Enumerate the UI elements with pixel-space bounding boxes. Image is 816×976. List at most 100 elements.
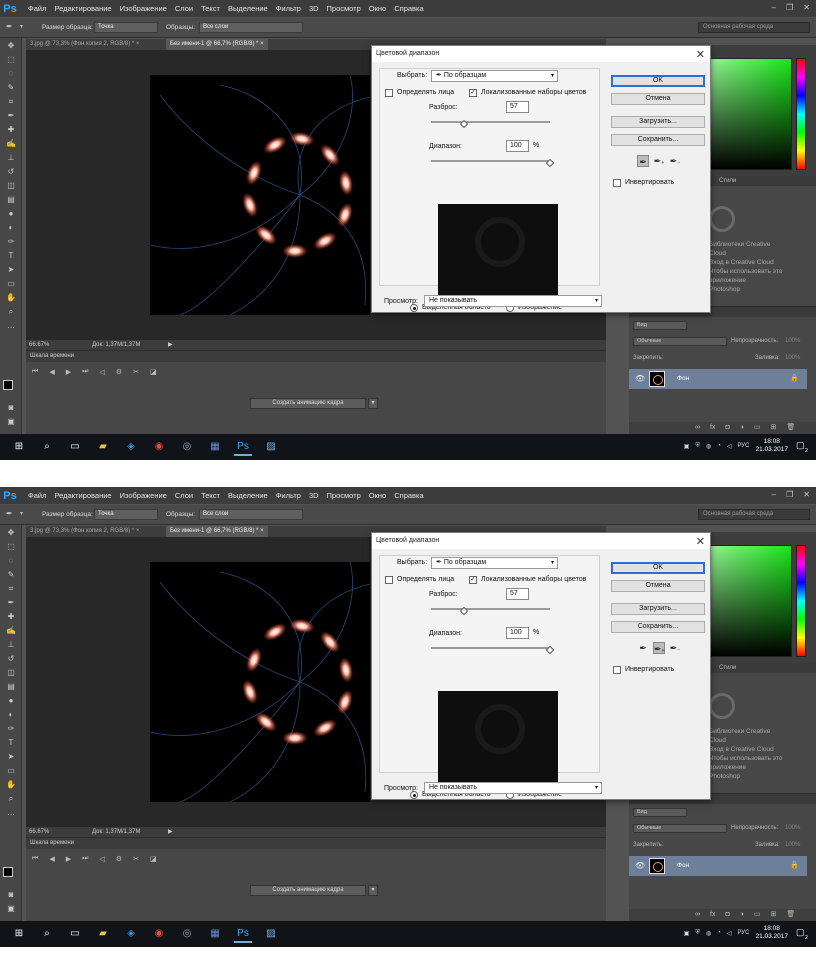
eye-icon[interactable]: 👁 (635, 374, 645, 383)
eyedropper-tool-icon[interactable]: ✒ (6, 509, 13, 518)
select-combo[interactable]: ✒ По образцам ▾ (431, 70, 558, 82)
first-frame-icon[interactable]: ⏮ (32, 368, 38, 376)
invert-checkbox[interactable] (613, 179, 621, 187)
fill-value[interactable]: 100% (785, 842, 800, 848)
clock[interactable]: 18:08 21.03.2017 (755, 438, 788, 454)
maximize-button[interactable]: ❐ (786, 3, 793, 12)
eyedropper-icon[interactable]: ✒ (637, 155, 649, 167)
save-button[interactable]: Сохранить... (611, 134, 705, 146)
menu-item[interactable]: Редактирование (54, 491, 111, 500)
transition-icon[interactable]: ◪ (150, 368, 157, 376)
task-view-icon[interactable]: ▭ (66, 438, 84, 456)
detect-faces-checkbox[interactable] (385, 89, 393, 97)
more-tools-icon[interactable]: … (4, 320, 18, 332)
menu-item[interactable]: Фильтр (276, 491, 301, 500)
tray-app-icon[interactable]: ◍ (706, 443, 711, 450)
selection-radio[interactable] (410, 304, 418, 312)
crop-tool-icon[interactable]: ⌗ (4, 583, 18, 595)
sample-size-select[interactable]: Точка (94, 22, 158, 33)
close-icon[interactable]: × (136, 41, 140, 47)
notifications-icon[interactable]: ▢ 2 (796, 440, 810, 454)
transition-icon[interactable]: ◪ (150, 855, 157, 863)
eyedropper-icon[interactable]: ✒ (4, 110, 18, 122)
close-icon[interactable]: × (260, 41, 264, 47)
selection-radio[interactable] (410, 791, 418, 799)
stamp-tool-icon[interactable]: ⊥ (4, 152, 18, 164)
minimize-button[interactable]: – (772, 3, 776, 12)
next-frame-icon[interactable]: ⏭ (82, 368, 88, 376)
create-frame-animation-button[interactable]: Создать анимацию кадра (250, 885, 366, 896)
tool-preset-chevron-icon[interactable]: ▾ (20, 510, 23, 517)
image-canvas[interactable] (150, 75, 370, 315)
photos-icon[interactable]: ▦ (206, 925, 224, 943)
blend-mode-select[interactable]: Обычные (633, 824, 727, 833)
image-viewer-icon[interactable]: ▨ (262, 925, 280, 943)
stamp-tool-icon[interactable]: ⊥ (4, 639, 18, 651)
menu-item[interactable]: Просмотр (327, 4, 361, 13)
range-slider[interactable] (431, 160, 550, 162)
prev-frame-icon[interactable]: ◀ (49, 855, 54, 863)
samples-select[interactable]: Все слои (199, 22, 303, 33)
quick-select-tool-icon[interactable]: ✎ (4, 569, 18, 581)
timeline-mode-chevron-icon[interactable]: ▾ (368, 885, 378, 896)
shape-tool-icon[interactable]: ▭ (4, 765, 18, 777)
audio-icon[interactable]: ◁ (99, 368, 104, 376)
library-line[interactable]: Вход в Creative Cloud (709, 258, 809, 267)
close-window-button[interactable]: ✕ (803, 3, 810, 12)
tray-app-icon[interactable]: ▣ (684, 930, 690, 937)
save-button[interactable]: Сохранить... (611, 621, 705, 633)
preview-select[interactable]: Не показывать ▾ (424, 295, 602, 307)
range-slider-thumb[interactable] (545, 645, 555, 655)
pen-tool-icon[interactable]: ✑ (4, 723, 18, 735)
trash-icon[interactable]: 🗑 (786, 909, 795, 921)
fx-icon[interactable]: fx (710, 909, 715, 921)
new-layer-icon[interactable]: ⊞ (771, 909, 777, 921)
next-frame-icon[interactable]: ⏭ (82, 855, 88, 863)
brush-tool-icon[interactable]: ✍ (4, 138, 18, 150)
quick-mask-icon[interactable]: ◙ (4, 402, 18, 414)
file-explorer-icon[interactable]: ▰ (94, 438, 112, 456)
path-select-icon[interactable]: ➤ (4, 751, 18, 763)
adjustment-icon[interactable]: ◑ (740, 422, 744, 434)
type-tool-icon[interactable]: T (4, 250, 18, 262)
app-icon[interactable]: ◎ (178, 438, 196, 456)
marquee-tool-icon[interactable]: ⬚ (4, 541, 18, 553)
range-slider-thumb[interactable] (545, 158, 555, 168)
windows-start-icon[interactable]: ⊞ (10, 438, 28, 456)
menu-item[interactable]: 3D (309, 4, 319, 13)
range-input[interactable]: 100 (506, 627, 529, 639)
store-icon[interactable]: ◈ (122, 438, 140, 456)
language-indicator[interactable]: РУС (737, 443, 749, 449)
layer-kind-filter[interactable]: Вид (633, 321, 687, 330)
photoshop-taskbar-icon[interactable]: Ps (234, 925, 252, 943)
cancel-button[interactable]: Отмена (611, 93, 705, 105)
screen-mode-icon[interactable]: ▣ (4, 903, 18, 915)
gradient-tool-icon[interactable]: ▤ (4, 194, 18, 206)
network-icon[interactable]: ◔ (717, 930, 721, 936)
close-window-button[interactable]: ✕ (803, 490, 810, 499)
more-tools-icon[interactable]: … (4, 807, 18, 819)
tab-document-2[interactable]: Без имени-1 @ 66,7% (RGB/8) * × (166, 39, 268, 50)
mask-icon[interactable]: ◘ (725, 909, 729, 921)
chrome-icon[interactable]: ◉ (150, 925, 168, 943)
windows-start-icon[interactable]: ⊞ (10, 925, 28, 943)
link-icon[interactable]: ∞ (695, 909, 700, 921)
first-frame-icon[interactable]: ⏮ (32, 855, 38, 863)
fx-icon[interactable]: fx (710, 422, 715, 434)
layer-row[interactable]: 👁 Фон 🔒 (629, 369, 807, 389)
status-menu-icon[interactable]: ▶ (168, 340, 173, 350)
load-button[interactable]: Загрузить... (611, 603, 705, 615)
healing-tool-icon[interactable]: ✚ (4, 124, 18, 136)
select-combo[interactable]: ✒ По образцам ▾ (431, 557, 558, 569)
zoom-tool-icon[interactable]: ⌕ (4, 306, 18, 318)
prev-frame-icon[interactable]: ◀ (49, 368, 54, 376)
close-icon[interactable]: × (136, 528, 140, 534)
menu-item[interactable]: Окно (369, 4, 386, 13)
menu-item[interactable]: Слои (175, 4, 193, 13)
menu-item[interactable]: Слои (175, 491, 193, 500)
hue-slider[interactable] (796, 545, 806, 657)
volume-icon[interactable]: ◁ (727, 443, 732, 450)
image-viewer-icon[interactable]: ▨ (262, 438, 280, 456)
blur-tool-icon[interactable]: ● (4, 208, 18, 220)
menu-item[interactable]: Фильтр (276, 4, 301, 13)
